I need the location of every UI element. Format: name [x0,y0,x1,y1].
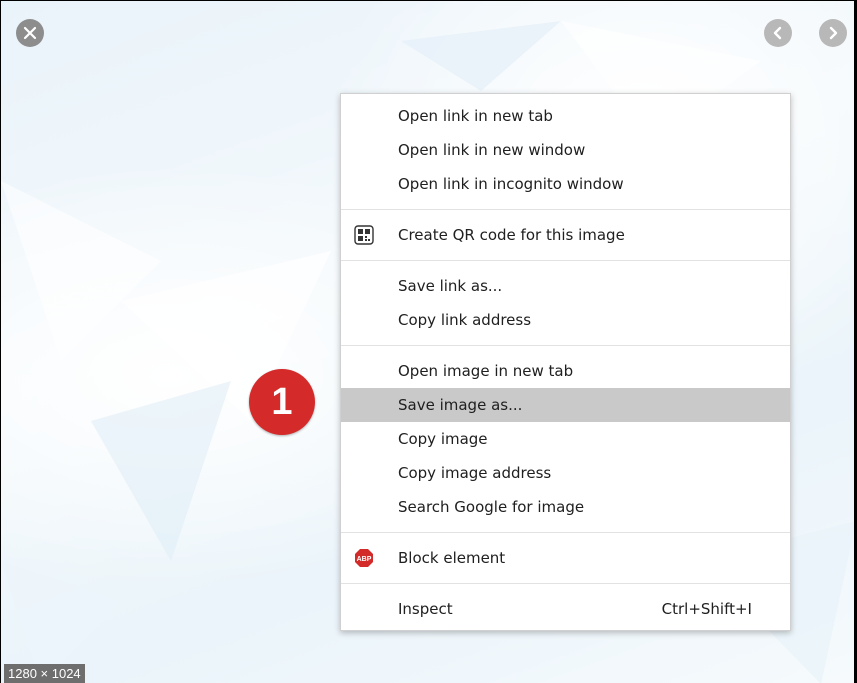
menu-item-label: Copy image [398,430,488,448]
image-viewer: Open link in new tab Open link in new wi… [0,0,855,683]
menu-item-copy-link-address[interactable]: Copy link address [341,303,790,337]
image-dimensions-label: 1280 × 1024 [4,664,85,683]
menu-item-save-image-as[interactable]: Save image as... [341,388,790,422]
menu-item-label: Block element [398,549,506,567]
menu-item-label: Open link in new tab [398,107,553,125]
menu-separator [341,260,790,261]
menu-item-label: Open image in new tab [398,362,574,380]
menu-separator [341,583,790,584]
close-icon [23,26,37,40]
menu-item-search-google-for-image[interactable]: Search Google for image [341,490,790,524]
menu-item-save-link-as[interactable]: Save link as... [341,269,790,303]
adblock-plus-icon-text: ABP [357,556,372,563]
menu-item-label: Save image as... [398,396,523,414]
menu-item-copy-image-address[interactable]: Copy image address [341,456,790,490]
menu-item-label: Open link in incognito window [398,175,624,193]
menu-item-copy-image[interactable]: Copy image [341,422,790,456]
close-button[interactable] [16,19,44,47]
menu-item-label: Copy image address [398,464,552,482]
menu-item-open-link-new-tab[interactable]: Open link in new tab [341,99,790,133]
menu-item-label: Open link in new window [398,141,586,159]
menu-item-block-element[interactable]: ABP Block element [341,541,790,575]
menu-item-shortcut: Ctrl+Shift+I [661,600,752,618]
menu-item-label: Copy link address [398,311,532,329]
menu-separator [341,209,790,210]
menu-item-inspect[interactable]: Inspect Ctrl+Shift+I [341,592,790,626]
menu-item-create-qr-code[interactable]: Create QR code for this image [341,218,790,252]
step-badge: 1 [249,369,315,435]
menu-separator [341,345,790,346]
chevron-left-icon [773,26,782,40]
menu-item-label: Inspect [398,600,453,618]
next-image-button[interactable] [819,19,847,47]
menu-item-label: Create QR code for this image [398,226,625,244]
menu-item-open-image-new-tab[interactable]: Open image in new tab [341,354,790,388]
previous-image-button[interactable] [764,19,792,47]
menu-item-label: Search Google for image [398,498,585,516]
context-menu: Open link in new tab Open link in new wi… [340,93,791,631]
qr-code-icon [354,225,374,245]
chevron-right-icon [829,26,838,40]
menu-item-label: Save link as... [398,277,503,295]
menu-item-open-link-new-window[interactable]: Open link in new window [341,133,790,167]
menu-separator [341,532,790,533]
adblock-plus-icon: ABP [355,549,373,567]
menu-item-open-link-incognito[interactable]: Open link in incognito window [341,167,790,201]
